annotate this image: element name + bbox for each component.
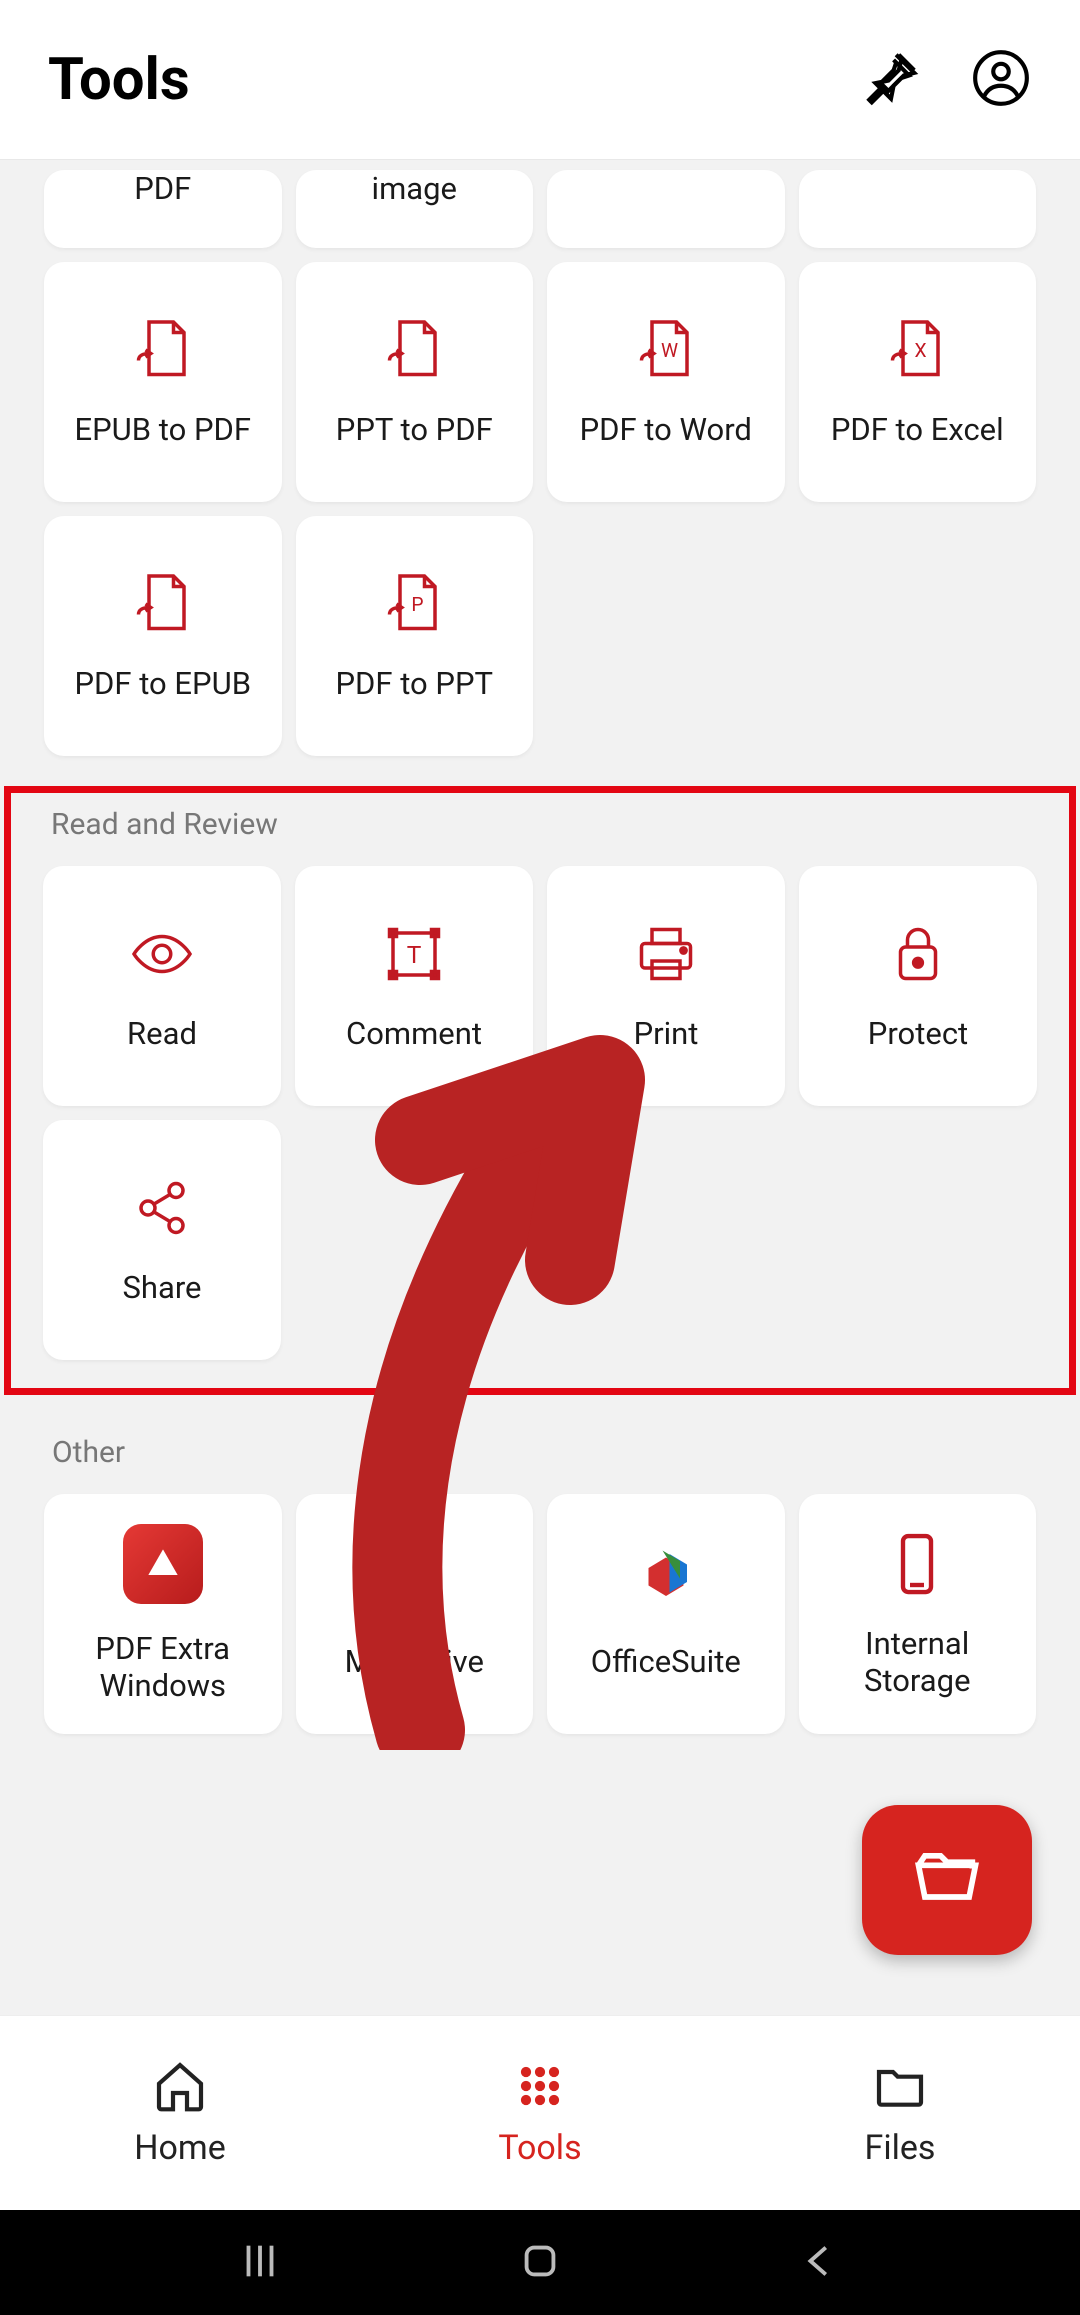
file-convert-icon [128, 569, 198, 639]
grid-dots-icon [512, 2058, 568, 2118]
phone-icon [882, 1529, 952, 1599]
profile-icon[interactable] [970, 47, 1032, 113]
mobidrive-app-icon [379, 1547, 449, 1617]
nav-files[interactable]: Files [720, 2016, 1080, 2210]
svg-text:X: X [915, 339, 927, 362]
folder-open-icon [909, 1840, 985, 1920]
printer-icon [631, 919, 701, 989]
tool-pdf-to-excel[interactable]: X PDF to Excel [799, 262, 1037, 502]
pdf-extra-app-icon [123, 1524, 203, 1604]
nav-home[interactable]: Home [0, 2016, 360, 2210]
tool-share[interactable]: Share [43, 1120, 281, 1360]
tool-read[interactable]: Read [43, 866, 281, 1106]
section-title-other: Other [52, 1435, 1036, 1470]
tool-pdf-to-epub[interactable]: PDF to EPUB [44, 516, 282, 756]
folder-icon [872, 2058, 928, 2118]
svg-text:T: T [407, 940, 422, 969]
file-convert-icon [128, 315, 198, 385]
page-title: Tools [48, 46, 860, 114]
text-frame-icon: T [379, 919, 449, 989]
section-title-read-review: Read and Review [51, 807, 1037, 842]
file-convert-icon: P [379, 569, 449, 639]
tool-print[interactable]: Print [547, 866, 785, 1106]
file-convert-icon [379, 315, 449, 385]
lock-icon [883, 919, 953, 989]
recents-button[interactable] [237, 2238, 283, 2288]
tool-comment[interactable]: T Comment [295, 866, 533, 1106]
nav-tools[interactable]: Tools [360, 2016, 720, 2210]
tool-pdf-to-word[interactable]: W PDF to Word [547, 262, 785, 502]
tool-protect[interactable]: Protect [799, 866, 1037, 1106]
tool-pdf-extra-windows[interactable]: PDF Extra Windows [44, 1494, 282, 1734]
tool-officesuite[interactable]: OfficeSuite [547, 1494, 785, 1734]
bottom-nav: Home Tools Files [0, 2015, 1080, 2210]
tool-tile[interactable] [799, 170, 1037, 248]
home-icon [152, 2058, 208, 2118]
file-convert-icon: W [631, 315, 701, 385]
home-button[interactable] [517, 2238, 563, 2288]
tool-mobidrive[interactable]: MobiDrive [296, 1494, 534, 1734]
tool-pdf-to-ppt[interactable]: P PDF to PPT [296, 516, 534, 756]
eye-icon [127, 919, 197, 989]
tool-internal-storage[interactable]: Internal Storage [799, 1494, 1037, 1734]
pin-icon[interactable] [860, 47, 922, 113]
android-nav-bar [0, 2210, 1080, 2315]
tool-ppt-to-pdf[interactable]: PPT to PDF [296, 262, 534, 502]
file-convert-icon: X [882, 315, 952, 385]
app-header: Tools [0, 0, 1080, 160]
tool-tile[interactable] [547, 170, 785, 248]
tool-tile[interactable]: PDF [44, 170, 282, 248]
share-icon [127, 1173, 197, 1243]
officesuite-app-icon [631, 1547, 701, 1617]
svg-text:W: W [661, 339, 678, 362]
tool-tile[interactable]: image [296, 170, 534, 248]
back-button[interactable] [797, 2238, 843, 2288]
fab-open-folder[interactable] [862, 1805, 1032, 1955]
tool-epub-to-pdf[interactable]: EPUB to PDF [44, 262, 282, 502]
tools-scroll[interactable]: PDF image EPUB to PDF [0, 160, 1080, 2015]
read-review-highlight: Read and Review Read [4, 786, 1076, 1395]
svg-text:P: P [412, 593, 424, 616]
